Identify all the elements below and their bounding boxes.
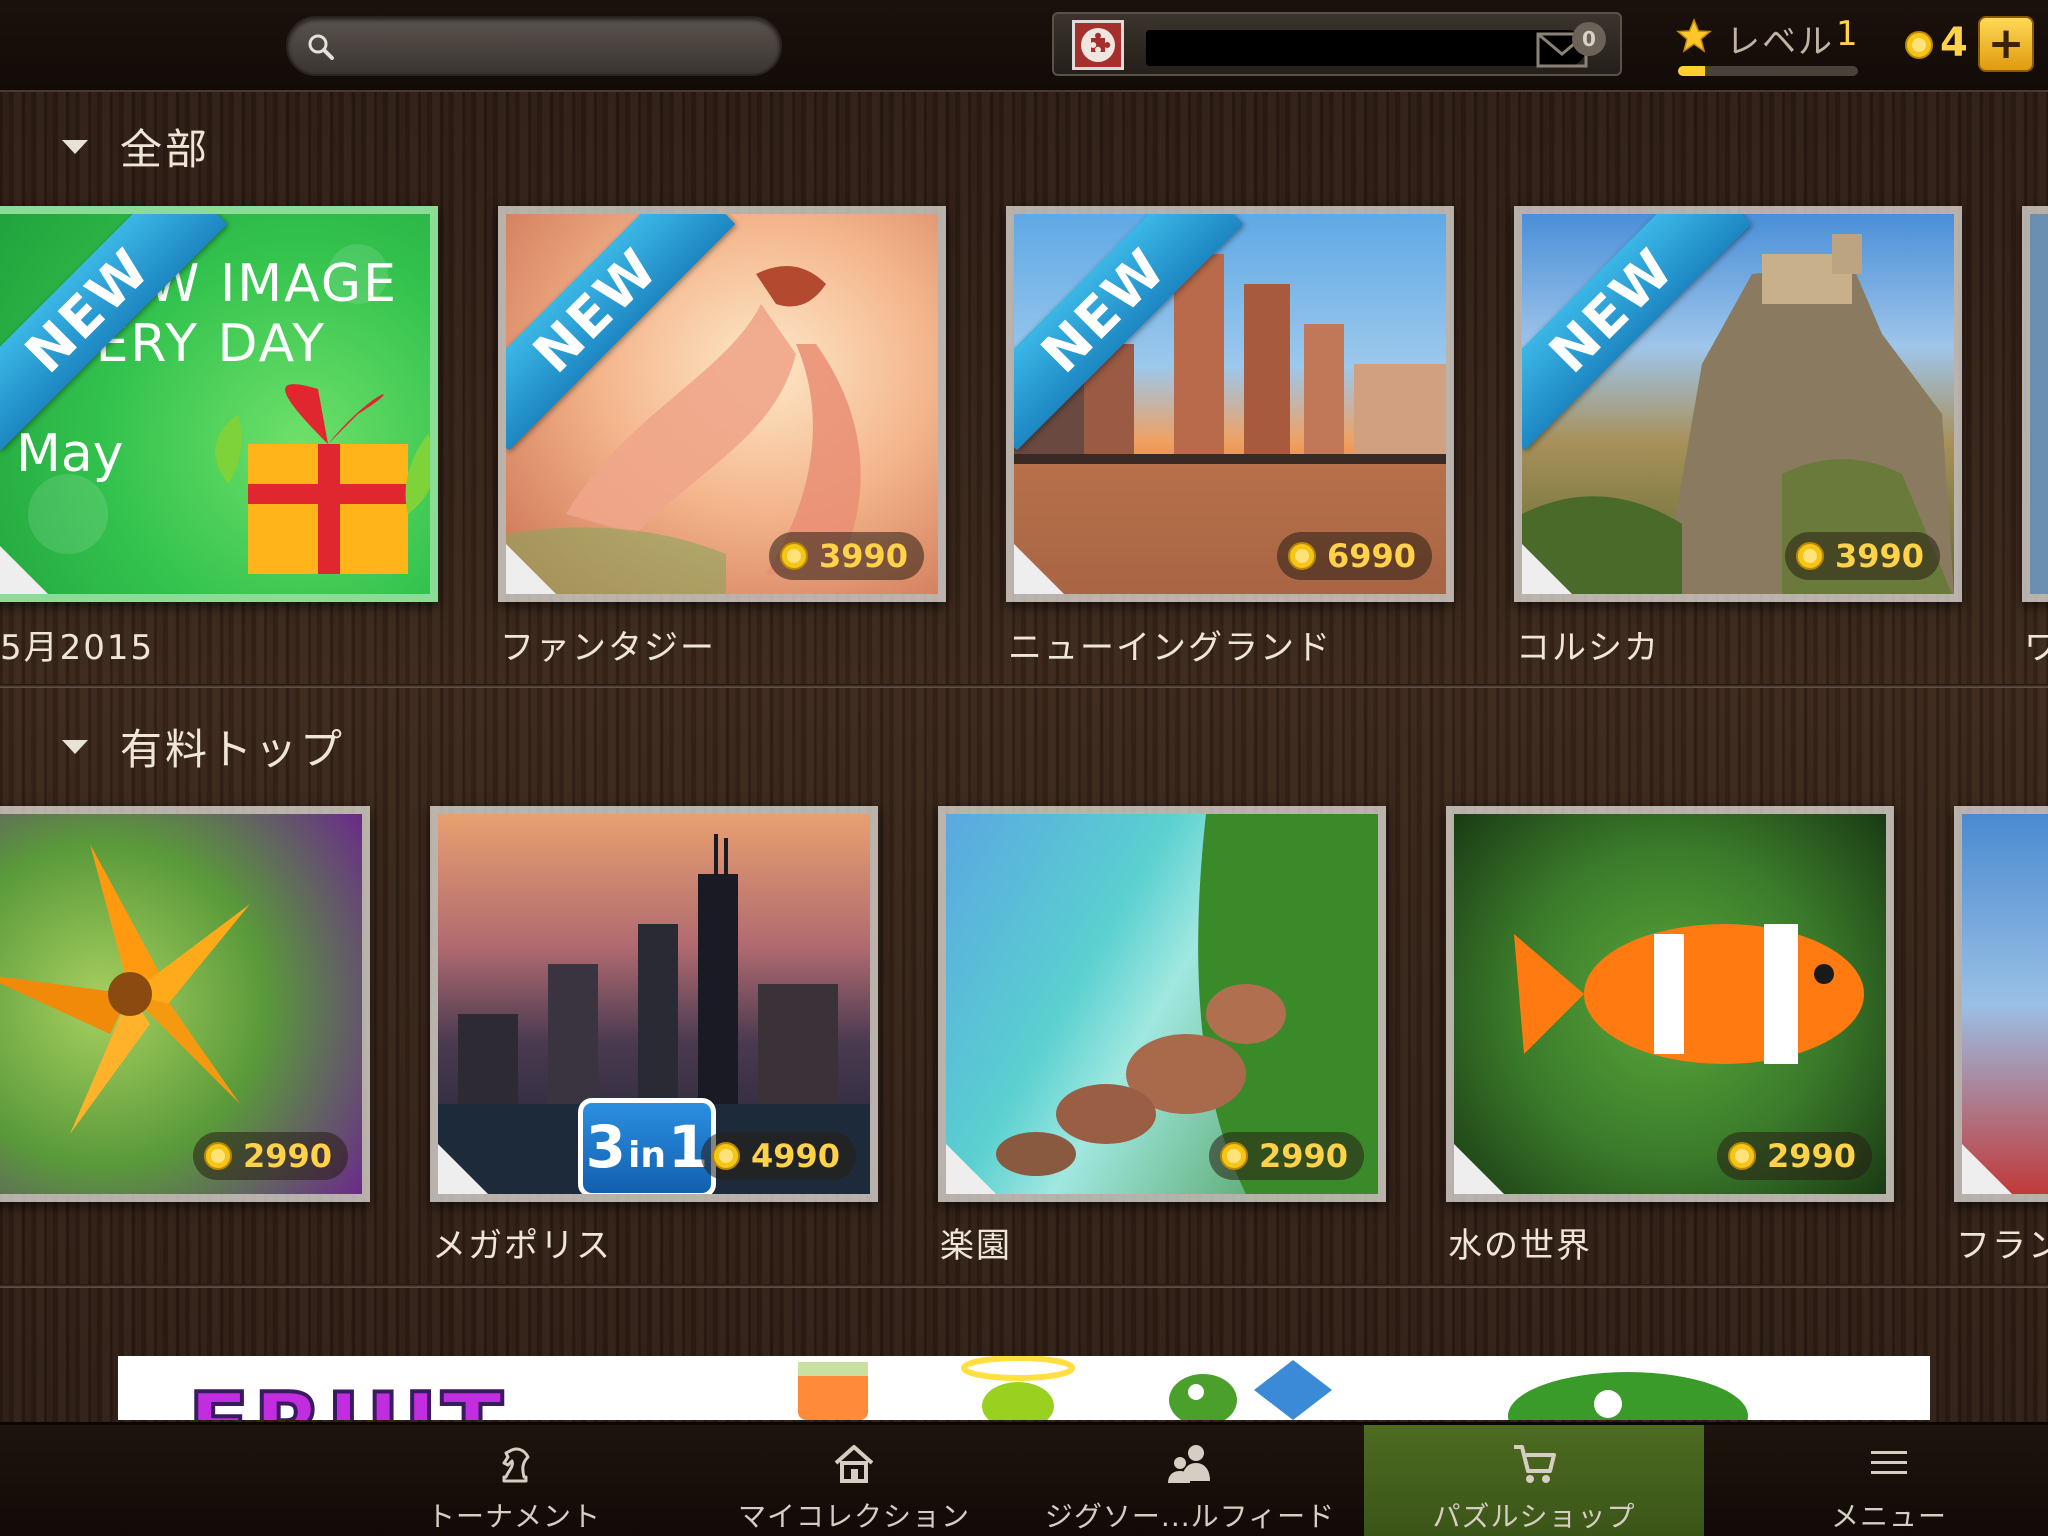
- section-divider: [0, 684, 2048, 688]
- price-tag: 6990: [1276, 532, 1432, 580]
- tile-label: ワ: [2024, 628, 2048, 668]
- tile-text-line3: May: [16, 424, 124, 484]
- price-tag: 2990: [1208, 1132, 1364, 1180]
- price-value: 3990: [1834, 537, 1924, 575]
- nav-jigsaw-feed[interactable]: ジグソー...ルフィード: [1045, 1425, 1334, 1536]
- nav-label: ジグソー...ルフィード: [1044, 1500, 1336, 1533]
- price-value: 4990: [750, 1137, 840, 1175]
- buy-coins-button[interactable]: +: [1978, 16, 2034, 72]
- cart-icon: [1514, 1445, 1556, 1483]
- puzzle-tile-paradise[interactable]: 2990: [938, 806, 1386, 1202]
- fruit-jar-icon: [798, 1362, 868, 1420]
- nav-tournament[interactable]: トーナメント: [384, 1425, 644, 1536]
- nav-menu[interactable]: メニュー: [1754, 1425, 2024, 1536]
- puzzle-tile-partial[interactable]: [1954, 806, 2048, 1202]
- coin-icon: [779, 542, 808, 570]
- xp-progress-fill: [1678, 66, 1705, 76]
- ad-title: FRUIT: [186, 1372, 507, 1420]
- diamond-icon: [1254, 1360, 1332, 1420]
- tile-label: ファンタジー: [500, 628, 716, 668]
- nav-label: トーナメント: [426, 1500, 601, 1533]
- level-value: 1: [1836, 14, 1858, 54]
- puzzle-tile-may-2015[interactable]: W IMAGE VERY DAY May NEW: [0, 206, 438, 602]
- star-icon: [1676, 18, 1712, 53]
- price-value: 2990: [1258, 1137, 1348, 1175]
- page-curl-icon: [1014, 544, 1064, 594]
- page-curl-icon: [946, 1144, 996, 1194]
- page-curl-icon: [1522, 544, 1572, 594]
- chevron-down-icon: [62, 139, 88, 154]
- section-title: 有料トップ: [120, 725, 346, 774]
- price-value: 2990: [242, 1137, 332, 1175]
- price-tag: 3990: [1784, 532, 1940, 580]
- chess-knight-icon: [502, 1447, 530, 1483]
- page-curl-icon: [1962, 1144, 2012, 1194]
- dragon-icon: [1169, 1374, 1237, 1420]
- section-header-top-paid[interactable]: 有料トップ: [60, 716, 345, 777]
- search-icon: [308, 34, 334, 60]
- coin-icon: [1287, 542, 1316, 570]
- nav-my-collection[interactable]: マイコレクション: [724, 1425, 984, 1536]
- puzzle-tile-flowers[interactable]: 2990: [0, 806, 370, 1202]
- nav-puzzle-shop[interactable]: パズルショップ: [1364, 1425, 1704, 1536]
- puzzle-tile-fantasy[interactable]: NEW 3990: [498, 206, 946, 602]
- coin-icon: [203, 1142, 232, 1170]
- menu-icon: [1871, 1451, 1907, 1474]
- green-monster-icon: [1508, 1372, 1748, 1420]
- section-title: 全部: [120, 125, 211, 174]
- section-divider: [0, 1284, 2048, 1288]
- tile-label: フラン: [1956, 1226, 2048, 1266]
- page-curl-icon: [0, 546, 48, 594]
- 3-in-1-badge: 3 in 1: [578, 1098, 716, 1194]
- redacted-username: [1146, 30, 1586, 66]
- avatar[interactable]: [1072, 20, 1124, 70]
- tile-label: メガポリス: [432, 1226, 612, 1266]
- price-value: 3990: [818, 537, 908, 575]
- puzzle-piece-icon: [1081, 28, 1115, 62]
- puzzle-tile-megapolis[interactable]: 3 in 1 4990: [430, 806, 878, 1202]
- coin-icon: [1727, 1142, 1756, 1170]
- lime-character-icon: [961, 1356, 1075, 1420]
- price-tag: 2990: [1716, 1132, 1872, 1180]
- tile-label: ニューイングランド: [1008, 628, 1332, 668]
- profile-panel[interactable]: 0: [1052, 12, 1622, 76]
- top-bar: 0 レベル 1 4 +: [0, 0, 2048, 92]
- price-tag: 2990: [192, 1132, 348, 1180]
- badge-number: 3: [585, 1113, 627, 1181]
- coin-icon: [1795, 542, 1824, 570]
- price-tag: 3990: [768, 532, 924, 580]
- badge-in: in: [628, 1135, 666, 1176]
- page-curl-icon: [506, 544, 556, 594]
- level-label: レベル: [1726, 22, 1834, 62]
- price-value: 6990: [1326, 537, 1416, 575]
- coin-count: 4: [1940, 20, 1968, 66]
- price-value: 2990: [1766, 1137, 1856, 1175]
- people-icon: [1168, 1445, 1210, 1483]
- nav-label: パズルショップ: [1432, 1500, 1636, 1533]
- tile-label: 水の世界: [1448, 1226, 1592, 1266]
- coin-icon: [1219, 1142, 1248, 1170]
- xp-progress-bar: [1678, 66, 1858, 76]
- home-icon: [834, 1445, 874, 1483]
- tile-label: コルシカ: [1516, 628, 1660, 668]
- puzzle-tile-corsica[interactable]: NEW 3990: [1514, 206, 1962, 602]
- puzzle-tile-water-world[interactable]: 2990: [1446, 806, 1894, 1202]
- coin-icon: [1905, 31, 1933, 59]
- tile-label: 楽園: [940, 1226, 1012, 1266]
- nav-label: マイコレクション: [737, 1500, 970, 1533]
- nav-label: メニュー: [1830, 1500, 1947, 1533]
- mail-count-badge: 0: [1572, 22, 1606, 56]
- chevron-down-icon: [62, 739, 88, 754]
- ad-banner[interactable]: FRUIT: [118, 1356, 1930, 1420]
- bottom-navigation: トーナメント マイコレクション ジグソー...ルフィード パズルショップ メニュ…: [0, 1422, 2048, 1536]
- puzzle-tile-partial[interactable]: [2022, 206, 2048, 602]
- tile-label: 5月2015: [0, 628, 155, 668]
- search-input[interactable]: [286, 16, 782, 76]
- page-curl-icon: [438, 1144, 488, 1194]
- page-curl-icon: [1454, 1144, 1504, 1194]
- puzzle-tile-new-england[interactable]: NEW 6990: [1006, 206, 1454, 602]
- price-tag: 4990: [700, 1132, 856, 1180]
- section-header-all[interactable]: 全部: [60, 116, 210, 177]
- coin-icon: [711, 1142, 740, 1170]
